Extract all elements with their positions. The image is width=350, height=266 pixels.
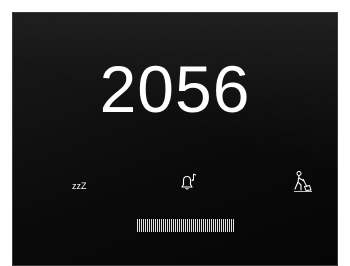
dimmer-slider[interactable] [137,219,235,232]
do-not-disturb-button[interactable]: zzZ [65,167,105,197]
room-number: 2056 [99,52,251,126]
sleep-zzz-icon: zzZ [72,181,87,191]
doorbell-button[interactable] [168,167,208,197]
doorplate-panel: 2056 zzZ [12,12,338,266]
make-up-room-button[interactable] [283,167,323,197]
housekeeping-cleaning-icon [294,171,312,192]
doorbell-icon [181,173,197,190]
sleep-zzz-label: zzZ [72,181,87,191]
